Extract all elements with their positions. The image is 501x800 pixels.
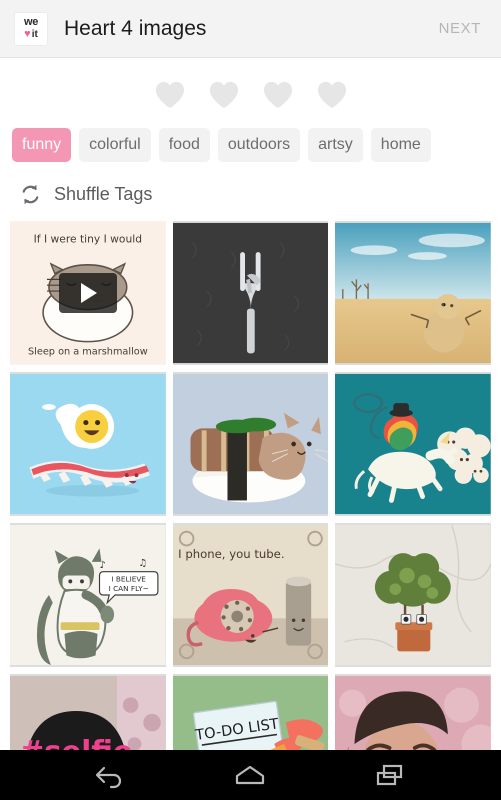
svg-text:I BELIEVE: I BELIEVE <box>111 574 146 583</box>
tag-chip-funny[interactable]: funny <box>12 128 72 162</box>
grid-tile-10[interactable]: #selfie <box>10 673 166 750</box>
svg-text:I CAN FLY~: I CAN FLY~ <box>109 584 149 593</box>
svg-text:Sleep on a marshmallow: Sleep on a marshmallow <box>28 346 148 357</box>
image-grid: If I were tiny I would Sleep on a marshm… <box>0 220 501 750</box>
tag-chip-artsy[interactable]: artsy <box>308 128 363 162</box>
tag-chip-food[interactable]: food <box>158 128 210 162</box>
grid-tile-12[interactable] <box>335 673 491 750</box>
next-button[interactable]: NEXT <box>435 14 485 43</box>
grid-tile-8[interactable]: I phone, you tube. <box>172 522 329 667</box>
grid-tile-4[interactable] <box>10 371 166 516</box>
grid-tile-3[interactable] <box>335 220 491 365</box>
grid-tile-5[interactable] <box>172 371 329 516</box>
back-button[interactable] <box>93 761 127 789</box>
heart-icon-3 <box>263 80 293 110</box>
svg-text:If I were tiny I would: If I were tiny I would <box>34 232 142 245</box>
svg-text:♫: ♫ <box>138 557 147 568</box>
logo-text-it: it <box>31 28 38 40</box>
heart-icon-4 <box>317 80 347 110</box>
tag-chip-colorful[interactable]: colorful <box>79 128 151 162</box>
play-button-overlay[interactable] <box>58 272 117 313</box>
logo-text-we: we <box>23 16 39 28</box>
heart-progress <box>0 58 501 128</box>
grid-tile-7[interactable]: I BELIEVE I CAN FLY~ ♪ ♫ <box>10 522 166 667</box>
recents-button[interactable] <box>374 761 408 789</box>
tag-chip-home[interactable]: home <box>370 128 431 162</box>
grid-tile-2[interactable] <box>172 220 329 365</box>
shuffle-refresh-icon <box>18 182 43 207</box>
grid-tile-11[interactable]: TO-DO LIST NOTHING <box>172 673 329 750</box>
android-navbar <box>0 750 501 800</box>
svg-text:♪: ♪ <box>100 559 106 570</box>
play-icon <box>81 282 98 303</box>
app-header: we ♥ it Heart 4 images NEXT <box>0 0 501 58</box>
we-heart-it-logo: we ♥ it <box>14 11 48 46</box>
svg-text:#selfie: #selfie <box>20 734 133 750</box>
grid-tile-6[interactable] <box>335 371 491 516</box>
home-button[interactable] <box>233 761 267 789</box>
shuffle-tags-label: Shuffle Tags <box>54 183 153 204</box>
grid-tile-9[interactable] <box>335 522 491 667</box>
logo-heart-icon: ♥ <box>24 28 31 40</box>
tag-list: funny colorful food outdoors artsy home <box>0 128 501 162</box>
grid-tile-1[interactable]: If I were tiny I would Sleep on a marshm… <box>10 220 166 365</box>
shuffle-tags-button[interactable]: Shuffle Tags <box>0 161 501 221</box>
heart-icon-1 <box>155 80 185 110</box>
page-title: Heart 4 images <box>64 16 207 40</box>
svg-text:I phone, you tube.: I phone, you tube. <box>178 547 284 561</box>
heart-icon-2 <box>209 80 239 110</box>
app-root: we ♥ it Heart 4 images NEXT funny colorf… <box>0 0 501 800</box>
tag-chip-outdoors[interactable]: outdoors <box>217 128 301 162</box>
